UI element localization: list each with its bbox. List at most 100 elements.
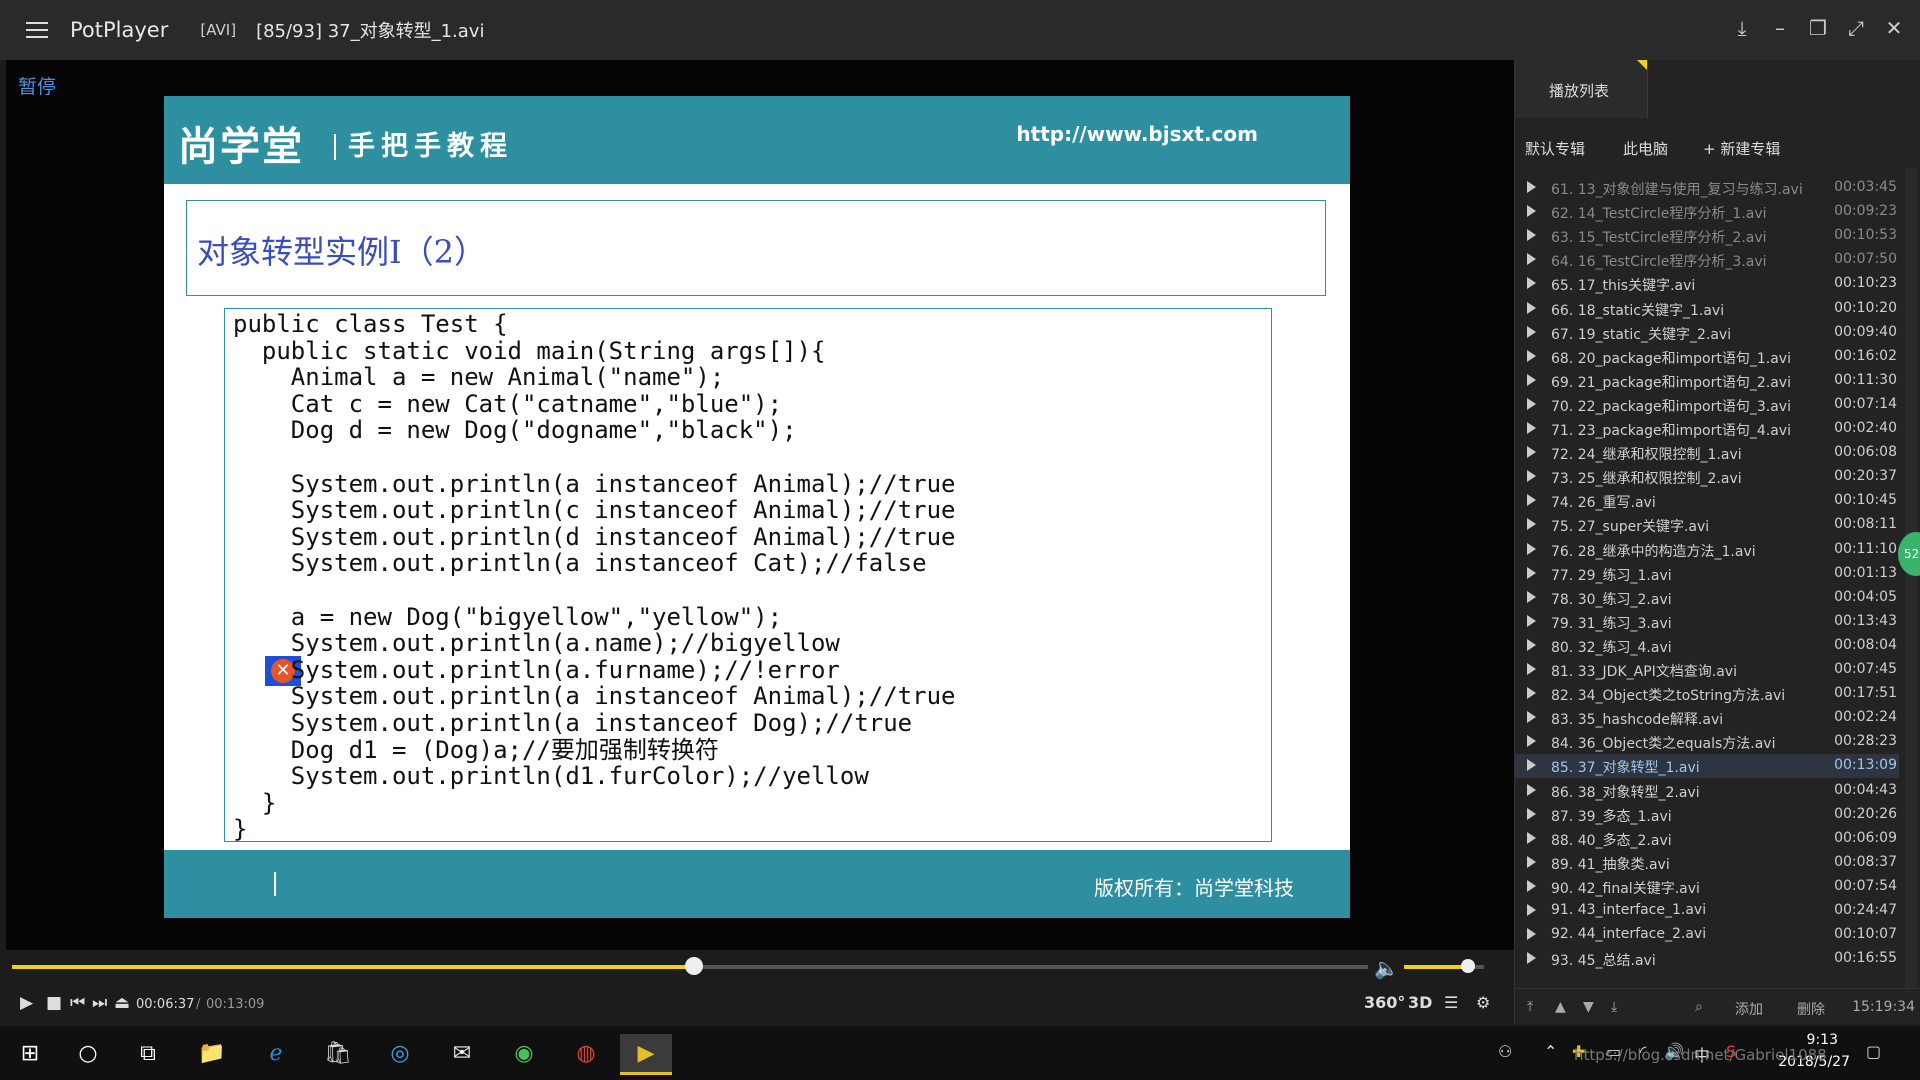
move-top-icon[interactable]: ⤒ <box>1527 999 1533 1015</box>
playlist-item[interactable]: 63. 15_TestCircle程序分析_2.avi 00:10:53 <box>1515 224 1899 248</box>
previous-icon[interactable]: ⏮ <box>70 993 85 1013</box>
playlist-item-duration: 00:08:37 <box>1834 853 1897 870</box>
playlist-item-name: 88. 40_多态_2.avi <box>1551 832 1672 849</box>
playlist-item[interactable]: 64. 16_TestCircle程序分析_3.avi 00:07:50 <box>1515 248 1899 272</box>
play-triangle-icon <box>1527 759 1536 772</box>
playlist-item[interactable]: 83. 35_hashcode解释.avi 00:02:24 <box>1515 706 1899 730</box>
move-bottom-icon[interactable]: ⤓ <box>1611 999 1617 1015</box>
playlist-item[interactable]: 82. 34_Object类之toString方法.avi 00:17:51 <box>1515 682 1899 706</box>
settings-gear-icon[interactable]: ⚙ <box>1476 993 1490 1012</box>
code-line: System.out.println(d instanceof Animal);… <box>233 522 956 551</box>
playlist-item[interactable]: 72. 24_继承和权限控制_1.avi 00:06:08 <box>1515 441 1899 465</box>
playlist-item[interactable]: 90. 42_final关键字.avi 00:07:54 <box>1515 875 1899 899</box>
playlist-item[interactable]: 93. 45_总结.avi 00:16:55 <box>1515 947 1899 971</box>
3d-button[interactable]: 3D <box>1408 993 1432 1012</box>
playlist-item[interactable]: 89. 41_抽象类.avi 00:08:37 <box>1515 851 1899 875</box>
volume-slider[interactable] <box>1404 959 1484 973</box>
playlist-item[interactable]: 88. 40_多态_2.avi 00:06:09 <box>1515 827 1899 851</box>
vr-360-button[interactable]: 360° <box>1364 993 1405 1012</box>
playlist-item-name: 81. 33_JDK_API文档查询.avi <box>1551 664 1737 680</box>
task-view-icon[interactable]: ⧉ <box>128 1034 168 1072</box>
windows-start-icon[interactable]: ⊞ <box>10 1034 50 1072</box>
playlist-item[interactable]: 65. 17_this关键字.avi 00:10:23 <box>1515 272 1899 296</box>
playlist-item[interactable]: 75. 27_super关键字.avi 00:08:11 <box>1515 513 1899 537</box>
playlist-item[interactable]: 74. 26_重写.avi 00:10:45 <box>1515 489 1899 513</box>
playlist-item[interactable]: 81. 33_JDK_API文档查询.avi 00:07:45 <box>1515 658 1899 682</box>
playlist-item[interactable]: 79. 31_练习_3.avi 00:13:43 <box>1515 610 1899 634</box>
playlist-item[interactable]: 69. 21_package和import语句_2.avi 00:11:30 <box>1515 369 1899 393</box>
playlist-item[interactable]: 91. 43_interface_1.avi 00:24:47 <box>1515 899 1899 923</box>
playlist-item-duration: 00:02:24 <box>1834 709 1897 726</box>
playlist-item[interactable]: 67. 19_static_关键字_2.avi 00:09:40 <box>1515 321 1899 345</box>
move-down-icon[interactable]: ▼ <box>1583 999 1594 1015</box>
playlist-item[interactable]: 62. 14_TestCircle程序分析_1.avi 00:09:23 <box>1515 200 1899 224</box>
playlist-scrollbar[interactable] <box>1905 168 1917 988</box>
move-up-icon[interactable]: ▲ <box>1555 999 1566 1015</box>
playlist-item[interactable]: 70. 22_package和import语句_3.avi 00:07:14 <box>1515 393 1899 417</box>
slide-title-box: 对象转型实例Ⅰ（2） <box>186 200 1326 296</box>
playlist-item[interactable]: 78. 30_练习_2.avi 00:04:05 <box>1515 586 1899 610</box>
delete-button[interactable]: 删除 <box>1797 999 1825 1019</box>
menu-icon[interactable] <box>26 20 50 40</box>
store-icon[interactable]: 🛍 <box>318 1034 358 1072</box>
playlist-toggle-icon[interactable]: ☰ <box>1444 993 1458 1012</box>
playlist-item[interactable]: 76. 28_继承中的构造方法_1.avi 00:11:10 <box>1515 538 1899 562</box>
playlist-item[interactable]: 86. 38_对象转型_2.avi 00:04:43 <box>1515 779 1899 803</box>
playlist-item-duration: 00:07:50 <box>1834 251 1897 268</box>
mail-icon[interactable]: ✉ <box>442 1034 482 1072</box>
playlist-item-duration: 00:20:37 <box>1834 468 1897 485</box>
minimize-icon[interactable]: – <box>1768 14 1792 42</box>
code-line: System.out.println(a.name);//bigyellow <box>233 629 840 658</box>
fullscreen-icon[interactable]: ⤢ <box>1844 14 1868 42</box>
eject-icon[interactable]: ⏏ <box>114 993 130 1013</box>
volume-icon[interactable]: 🔈 <box>1374 956 1399 980</box>
seek-bar[interactable] <box>12 957 1368 975</box>
add-button[interactable]: 添加 <box>1735 999 1763 1019</box>
playlist-item[interactable]: 73. 25_继承和权限控制_2.avi 00:20:37 <box>1515 465 1899 489</box>
playlist-item[interactable]: 84. 36_Object类之equals方法.avi 00:28:23 <box>1515 730 1899 754</box>
app-name: PotPlayer <box>70 18 169 42</box>
close-icon[interactable]: ✕ <box>1882 14 1906 42</box>
code-line: } <box>233 815 248 844</box>
file-explorer-icon[interactable]: 📁 <box>192 1034 232 1072</box>
file-format: [AVI] <box>200 21 237 39</box>
safari-icon[interactable]: ◎ <box>380 1034 420 1072</box>
playlist-item[interactable]: 61. 13_对象创建与使用_复习与练习.avi 00:03:45 <box>1515 176 1899 200</box>
new-album-button[interactable]: + 新建专辑 <box>1703 138 1780 159</box>
playlist-item[interactable]: 85. 37_对象转型_1.avi 00:13:09 <box>1515 754 1899 779</box>
browser-360-icon[interactable]: ◉ <box>504 1034 544 1072</box>
restore-icon[interactable]: ❐ <box>1806 14 1830 42</box>
people-icon[interactable]: ⚇ <box>1498 1042 1512 1061</box>
code-box: ✕ public class Test { public static void… <box>224 308 1272 842</box>
notification-icon[interactable]: ▢ <box>1866 1042 1881 1061</box>
stop-icon[interactable]: ■ <box>46 993 62 1013</box>
tray-expand-icon[interactable]: ⌃ <box>1544 1042 1557 1061</box>
edge-browser-icon[interactable]: ℯ <box>256 1034 296 1072</box>
playlist-item[interactable]: 80. 32_练习_4.avi 00:08:04 <box>1515 634 1899 658</box>
playlist-item[interactable]: 87. 39_多态_1.avi 00:20:26 <box>1515 803 1899 827</box>
playlist-item[interactable]: 68. 20_package和import语句_1.avi 00:16:02 <box>1515 345 1899 369</box>
potplayer-taskbar-icon[interactable]: ▶ <box>620 1034 672 1075</box>
playlist-item[interactable]: 92. 44_interface_2.avi 00:10:07 <box>1515 923 1899 947</box>
tab-this-pc[interactable]: 此电脑 <box>1623 138 1668 159</box>
next-icon[interactable]: ⏭ <box>92 993 107 1013</box>
play-icon[interactable]: ▶ <box>20 993 33 1013</box>
tab-playlist[interactable]: 播放列表 <box>1515 60 1648 118</box>
playlist-item-duration: 00:01:13 <box>1834 564 1897 581</box>
playlist-item[interactable]: 77. 29_练习_1.avi 00:01:13 <box>1515 562 1899 586</box>
volume-handle[interactable] <box>1461 959 1475 973</box>
chrome-icon[interactable]: ◍ <box>566 1034 606 1072</box>
playlist-item-name: 91. 43_interface_1.avi <box>1551 902 1707 918</box>
playlist-item[interactable]: 71. 23_package和import语句_4.avi 00:02:40 <box>1515 417 1899 441</box>
pin-icon[interactable]: ⤓ <box>1730 14 1754 42</box>
search-icon[interactable]: ⌕ <box>1695 999 1703 1015</box>
seek-handle[interactable] <box>685 957 704 975</box>
seek-progress <box>12 965 695 969</box>
playlist-item-name: 75. 27_super关键字.avi <box>1551 519 1710 536</box>
playlist-item[interactable]: 66. 18_static关键字_1.avi 00:10:20 <box>1515 297 1899 321</box>
playlist-item-name: 82. 34_Object类之toString方法.avi <box>1551 688 1786 705</box>
play-triangle-icon <box>1527 349 1536 362</box>
search-circle-icon[interactable]: ○ <box>68 1034 108 1072</box>
tab-default-album[interactable]: 默认专辑 <box>1525 138 1585 159</box>
video-area[interactable]: 暂停 尚学堂 手把手教程 http://www.bjsxt.com 对象转型实例… <box>6 60 1514 950</box>
